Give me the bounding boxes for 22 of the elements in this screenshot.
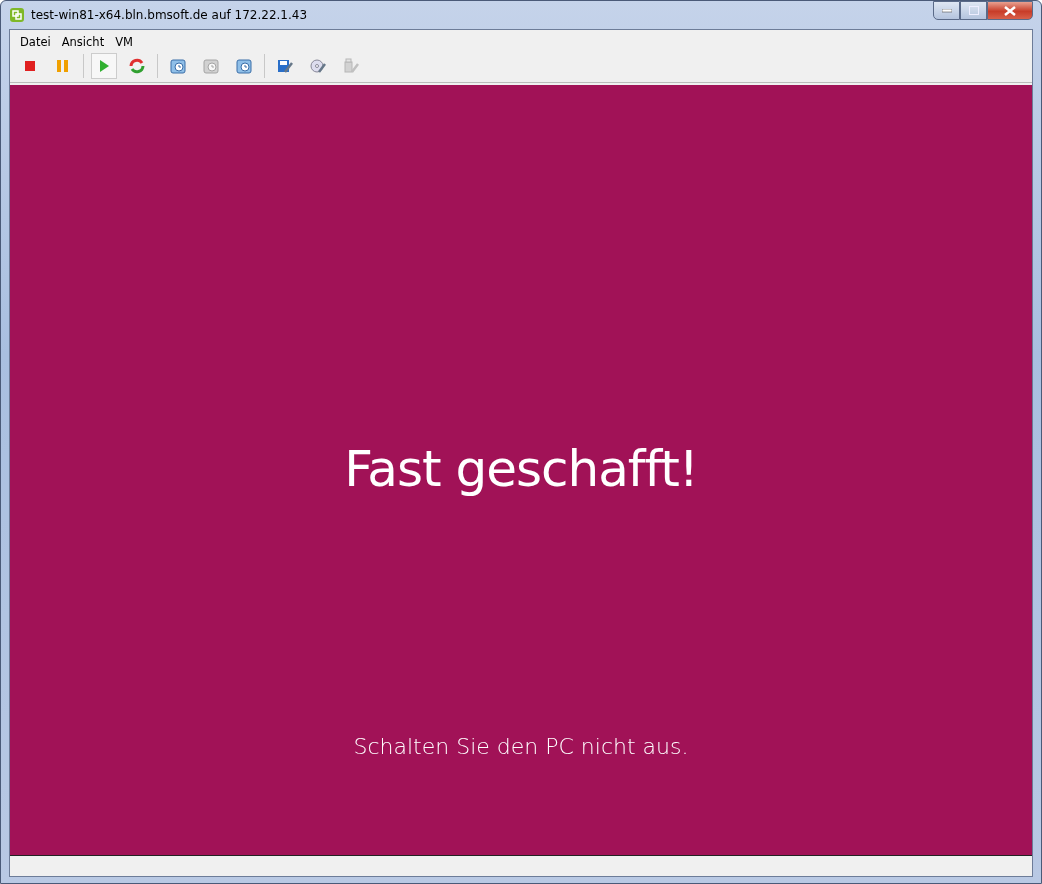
minimize-button[interactable] <box>933 1 960 20</box>
setup-heading: Fast geschafft! <box>344 440 698 498</box>
floppy-wrench-icon <box>276 57 294 75</box>
vm-console-screen[interactable]: Fast geschafft! Schalten Sie den PC nicht aus. <box>10 85 1032 856</box>
clock-icon <box>169 57 187 75</box>
disc-wrench-icon <box>309 57 327 75</box>
close-button[interactable] <box>987 1 1033 20</box>
circular-arrows-icon <box>128 57 146 75</box>
minimize-icon <box>941 8 952 13</box>
menu-item[interactable]: Datei <box>20 35 51 49</box>
menu-item[interactable]: Ansicht <box>61 35 105 49</box>
setup-message: Schalten Sie den PC nicht aus. <box>353 734 689 759</box>
menu-item[interactable]: VM <box>115 35 133 49</box>
clock-icon <box>202 57 220 75</box>
clock-icon <box>235 57 253 75</box>
play-button[interactable] <box>91 53 117 79</box>
close-icon <box>1004 5 1016 16</box>
maximize-button[interactable] <box>960 1 987 20</box>
app-logo-icon <box>9 7 25 23</box>
maximize-icon <box>968 6 979 15</box>
window-title: test-win81-x64.bln.bmsoft.de auf 172.22.1.43 <box>31 8 308 22</box>
usb-wrench-icon <box>342 57 360 75</box>
